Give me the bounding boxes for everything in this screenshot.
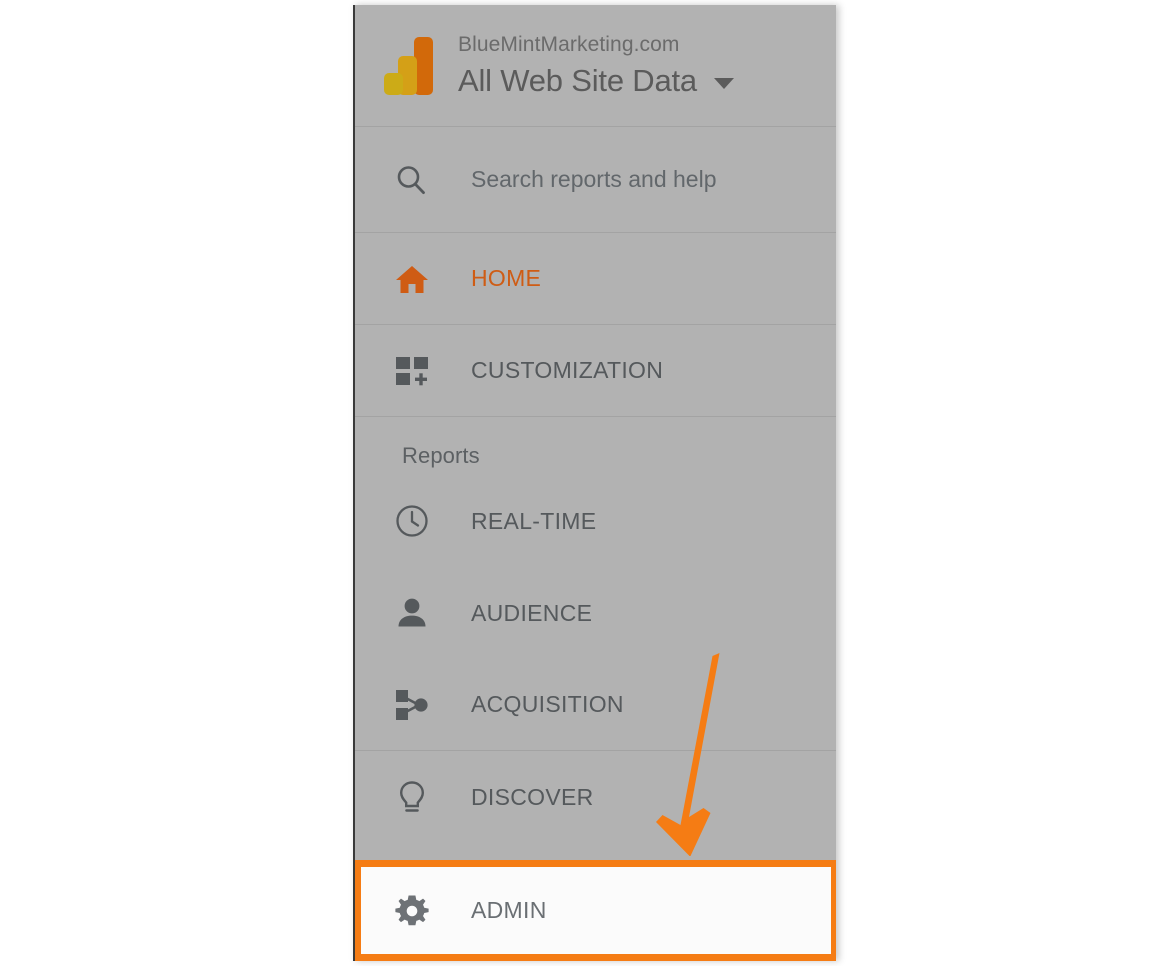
search-icon	[394, 163, 428, 197]
sidebar-item-admin[interactable]: ADMIN	[361, 867, 831, 954]
sidebar-item-label-discover: DISCOVER	[471, 783, 594, 810]
search-bar[interactable]: Search reports and help	[355, 127, 836, 233]
property-selector-text: BlueMintMarketing.com All Web Site Data	[458, 32, 734, 98]
admin-highlight-box: ADMIN	[355, 860, 836, 961]
view-row: All Web Site Data	[458, 62, 734, 99]
chevron-down-icon[interactable]	[713, 78, 734, 90]
clock-icon	[394, 503, 430, 539]
google-analytics-logo	[384, 36, 434, 95]
view-name: All Web Site Data	[458, 62, 697, 98]
sidebar-item-home[interactable]: HOME	[355, 233, 836, 325]
sidebar-item-real-time[interactable]: REAL-TIME	[355, 475, 836, 567]
sidebar-item-label-real-time: REAL-TIME	[471, 507, 597, 534]
sidebar-item-discover[interactable]: DISCOVER	[355, 751, 836, 843]
person-icon	[394, 595, 430, 631]
share-node-icon	[394, 687, 430, 723]
sidebar-item-label-acquisition: ACQUISITION	[471, 691, 624, 717]
sidebar-item-label-audience: AUDIENCE	[471, 599, 593, 626]
google-analytics-sidebar: BlueMintMarketing.com All Web Site Data …	[353, 5, 836, 961]
gear-icon	[394, 893, 430, 929]
sidebar-item-label-admin: ADMIN	[471, 897, 547, 923]
home-icon	[394, 261, 430, 297]
sidebar-item-label-customization: CUSTOMIZATION	[471, 357, 664, 383]
sidebar-item-label-home: HOME	[471, 265, 542, 291]
account-name: BlueMintMarketing.com	[458, 33, 680, 57]
lightbulb-icon	[394, 779, 430, 815]
sidebar-item-acquisition[interactable]: ACQUISITION	[355, 659, 836, 751]
reports-group-label: Reports	[402, 443, 480, 468]
customization-icon	[394, 353, 430, 389]
property-selector[interactable]: BlueMintMarketing.com All Web Site Data	[355, 5, 836, 127]
reports-group: Reports REAL-TIME AUDIENCE ACQUISITION	[355, 417, 836, 751]
search-input[interactable]: Search reports and help	[471, 166, 717, 193]
sidebar-item-audience[interactable]: AUDIENCE	[355, 567, 836, 659]
sidebar-item-customization[interactable]: CUSTOMIZATION	[355, 325, 836, 417]
